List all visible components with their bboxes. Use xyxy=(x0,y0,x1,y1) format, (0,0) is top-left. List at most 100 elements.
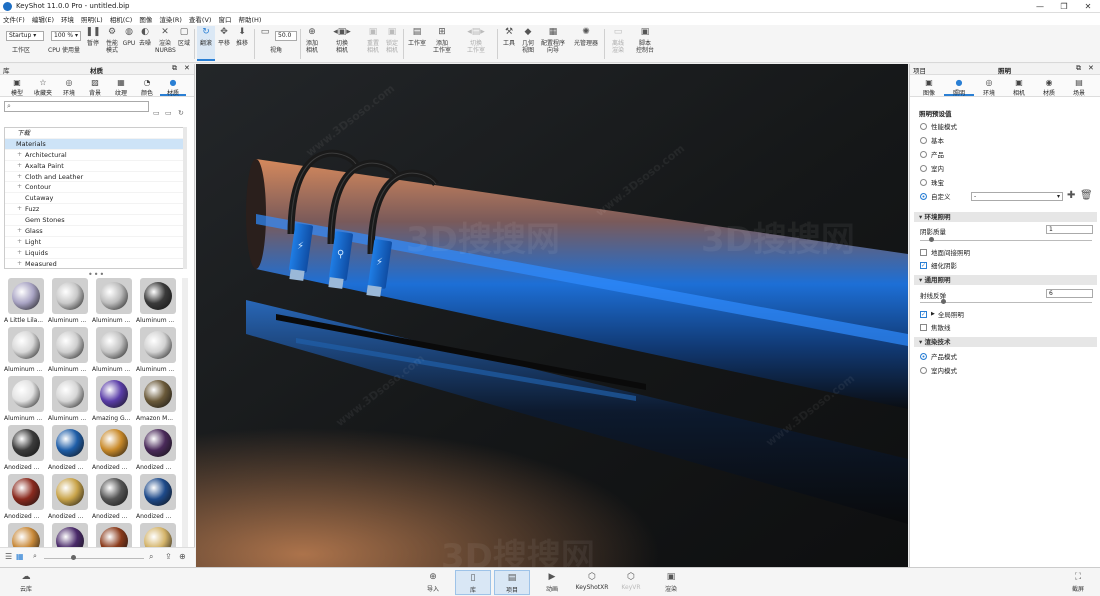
zoom-out-icon[interactable]: ⌕ xyxy=(33,552,37,561)
reset-camera-button[interactable]: ▣ 重置 相机 xyxy=(364,27,382,55)
tree-scrollbar[interactable] xyxy=(183,127,187,269)
tab-environments[interactable]: ◎ 环境 xyxy=(56,75,82,98)
menu-help[interactable]: 帮助(H) xyxy=(238,14,261,24)
expand-plus-icon[interactable]: + xyxy=(17,161,22,172)
import-button[interactable]: ⊕ 导入 xyxy=(422,570,444,595)
tab-colors[interactable]: ◔ 颜色 xyxy=(134,75,160,98)
delete-preset-icon[interactable]: 🗑 xyxy=(1080,190,1093,201)
material-swatch[interactable]: Anodized ... xyxy=(4,425,50,473)
menu-camera[interactable]: 相机(C) xyxy=(110,14,133,24)
tree-item[interactable]: + Cloth and Leather xyxy=(5,172,185,183)
zoom-in-icon[interactable]: ⌕ xyxy=(149,552,153,562)
library-search-input[interactable]: ⌕ xyxy=(4,101,149,112)
expand-plus-icon[interactable]: + xyxy=(17,204,22,215)
material-swatch[interactable]: Aluminum ... xyxy=(136,327,182,375)
tab-backplates[interactable]: ▨ 背景 xyxy=(82,75,108,98)
render-tech-radio[interactable]: 产品模式 xyxy=(920,351,957,361)
pause-button[interactable]: ❚❚ 暂停 xyxy=(85,27,100,48)
switch-studio-button[interactable]: ◂▤▸ 切换 工作室 xyxy=(462,27,490,55)
library-toggle-button[interactable]: ▯ 库 xyxy=(455,570,491,595)
tree-item[interactable]: + Fuzz xyxy=(5,204,185,216)
menu-view[interactable]: 查看(V) xyxy=(189,14,212,24)
dolly-button[interactable]: ⬇ 推移 xyxy=(234,27,250,48)
ground-indirect-checkbox[interactable]: 地面间接照明 xyxy=(920,247,970,257)
tab-camera[interactable]: ▣ 相机 xyxy=(1004,75,1034,98)
tab-material[interactable]: ◉ 材质 xyxy=(1034,75,1064,98)
caustics-checkbox[interactable]: 焦散线 xyxy=(920,322,951,332)
undock-icon[interactable]: ⧉ xyxy=(172,64,177,73)
tree-item[interactable]: + Architectural xyxy=(5,150,185,161)
tab-image[interactable]: ▣ 图像 xyxy=(914,75,944,98)
material-swatch[interactable]: Anodized ... xyxy=(48,425,94,473)
grid-view-icon[interactable]: ▦ xyxy=(16,552,24,561)
material-swatch[interactable]: Aluminum ... xyxy=(4,376,50,424)
project-toggle-button[interactable]: ▤ 项目 xyxy=(494,570,530,595)
expand-plus-icon[interactable]: + xyxy=(17,237,22,248)
expand-plus-icon[interactable]: + xyxy=(17,150,22,161)
add-preset-icon[interactable]: ✚ xyxy=(1067,190,1075,201)
close-button[interactable]: ✕ xyxy=(1076,0,1100,13)
tree-item[interactable]: + Measured xyxy=(5,259,185,268)
material-swatch[interactable]: Aluminum ... xyxy=(4,327,50,375)
ray-bounces-input[interactable]: 6 xyxy=(1046,289,1093,298)
tab-materials[interactable]: ● 材质 xyxy=(160,75,186,97)
tree-item[interactable]: + Glass xyxy=(5,226,185,237)
menu-image[interactable]: 图像 xyxy=(139,14,152,24)
close-panel-icon[interactable]: ✕ xyxy=(1088,64,1094,72)
material-swatch[interactable] xyxy=(4,523,50,548)
render-viewport[interactable]: ⚡ ⚲ ⚡ 3D搜搜网 3D搜搜网 3D搜搜网 www.3Dsoso.com w… xyxy=(196,64,908,567)
undock-icon[interactable]: ⧉ xyxy=(1076,64,1081,73)
pan-button[interactable]: ✥ 平移 xyxy=(217,27,231,48)
tab-scene[interactable]: ▤ 场景 xyxy=(1064,75,1094,98)
menu-file[interactable]: 文件(F) xyxy=(3,14,25,24)
tab-models[interactable]: ▣ 模型 xyxy=(4,75,30,98)
render-tech-section[interactable]: ▾ 渲染技术 xyxy=(914,337,1097,347)
expand-plus-icon[interactable]: + xyxy=(17,226,22,237)
env-lighting-section[interactable]: ▾ 环境照明 xyxy=(914,212,1097,222)
lighting-preset-radio[interactable]: 性能模式 xyxy=(920,121,957,131)
fine-shadows-checkbox[interactable]: ✓ 细化阴影 xyxy=(920,260,957,270)
new-folder-icon[interactable]: ▭ xyxy=(165,109,172,117)
material-swatch[interactable] xyxy=(48,523,94,548)
tab-lighting[interactable]: ● 照明 xyxy=(944,75,974,97)
tree-item[interactable]: Gem Stones xyxy=(5,215,185,227)
offline-render-button[interactable]: ▭ 离线 渲染 xyxy=(607,27,629,55)
material-swatch[interactable]: A Little Lila... xyxy=(4,278,50,326)
expand-arrow-icon[interactable]: ▶ xyxy=(931,311,935,317)
script-console-button[interactable]: ▣ 脚本 控制台 xyxy=(634,27,656,55)
tab-favorites[interactable]: ☆ 收藏夹 xyxy=(30,75,56,98)
switch-camera-button[interactable]: ◂▣▸ 切换 相机 xyxy=(328,27,356,55)
tab-textures[interactable]: ▦ 纹理 xyxy=(108,75,134,98)
tab-environment[interactable]: ◎ 环境 xyxy=(974,75,1004,98)
region-button[interactable]: ▢ 区域 xyxy=(177,27,191,48)
studio-button[interactable]: ▤ 工作室 xyxy=(406,27,428,48)
material-swatch[interactable]: Aluminum ... xyxy=(92,327,138,375)
slider-knob[interactable] xyxy=(940,299,946,304)
lighting-preset-radio[interactable]: 自定义 xyxy=(920,191,951,201)
material-swatch[interactable]: Aluminum ... xyxy=(92,278,138,326)
tree-item[interactable]: 下载 xyxy=(5,128,185,139)
material-swatch[interactable] xyxy=(92,523,138,548)
material-swatch[interactable]: Aluminum ... xyxy=(48,376,94,424)
slider-knob[interactable] xyxy=(928,237,934,242)
keyshotxr-button[interactable]: ⬡ KeyShotXR xyxy=(574,570,610,595)
shadow-quality-slider[interactable] xyxy=(920,237,1092,242)
material-swatch[interactable]: Anodized ... xyxy=(136,425,182,473)
render-nurbs-button[interactable]: ✕ 渲染 NURBS xyxy=(155,27,176,55)
lock-camera-button[interactable]: ▣ 锁定 相机 xyxy=(383,27,401,55)
render-tech-radio[interactable]: 室内模式 xyxy=(920,365,957,375)
screenshot-button[interactable]: ⛶ 截屏 xyxy=(1066,570,1090,595)
geometry-view-button[interactable]: ◆ 几何 视图 xyxy=(519,27,537,55)
performance-mode-button[interactable]: ⚙ 性能 模式 xyxy=(104,27,120,55)
swatch-scrollbar[interactable] xyxy=(182,278,188,548)
material-swatch[interactable]: Aluminum ... xyxy=(48,278,94,326)
lighting-preset-radio[interactable]: 室内 xyxy=(920,163,944,173)
tree-item[interactable]: + Liquids xyxy=(5,248,185,259)
lighting-preset-radio[interactable]: 珠宝 xyxy=(920,177,944,187)
tree-item[interactable]: + Axalta Paint xyxy=(5,161,185,172)
workspace-select[interactable]: Startup ▾ xyxy=(6,31,44,41)
tree-item[interactable]: + Light xyxy=(5,237,185,248)
custom-preset-select[interactable]: - ▾ xyxy=(971,192,1063,201)
material-swatch[interactable] xyxy=(136,523,182,548)
render-button[interactable]: ▣ 渲染 xyxy=(659,570,683,595)
